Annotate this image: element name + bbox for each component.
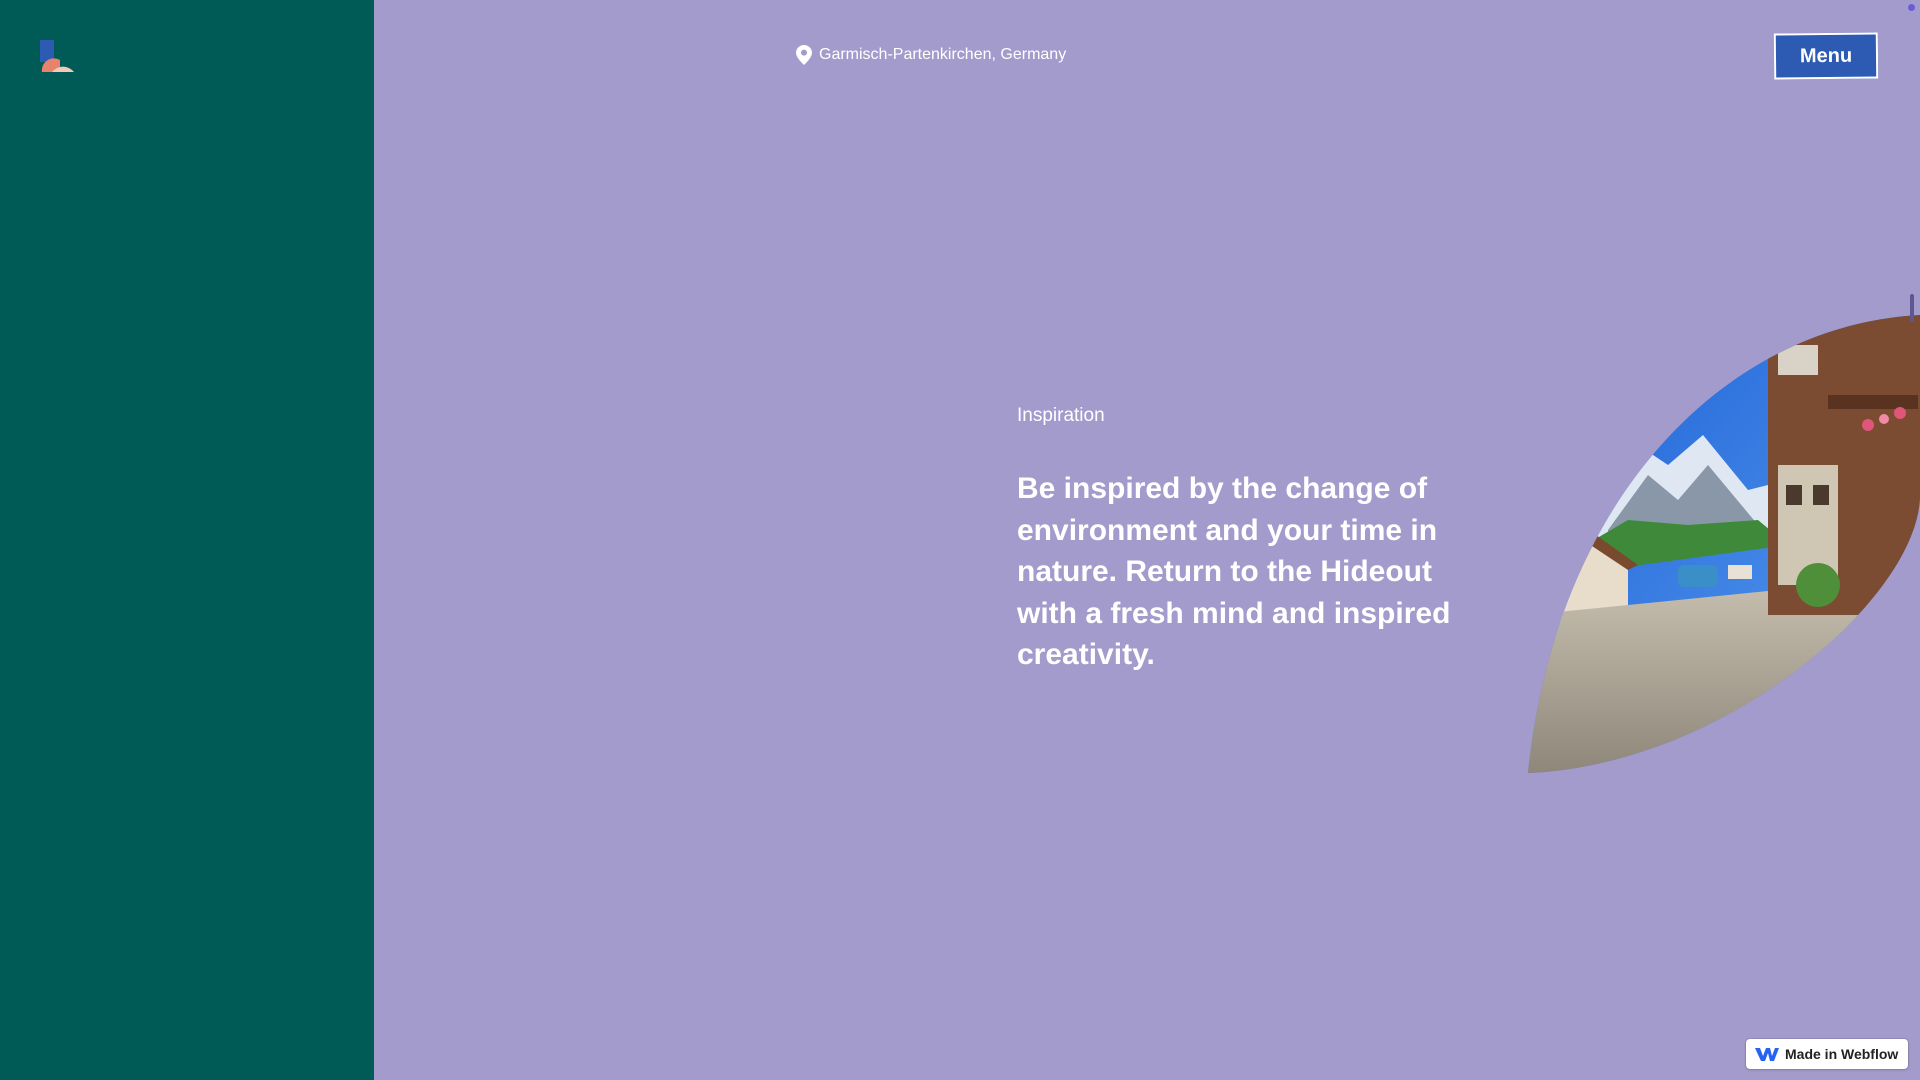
webflow-logo-icon — [1755, 1048, 1779, 1061]
menu-button[interactable]: Menu — [1773, 32, 1879, 80]
village-mountain-photo — [1528, 315, 1920, 773]
location-text: Garmisch-Partenkirchen, Germany — [819, 46, 1067, 63]
sidebar-panel — [0, 0, 374, 1080]
corner-dot — [1908, 4, 1915, 11]
page: Garmisch-Partenkirchen, Germany Menu Ins… — [0, 0, 1920, 1080]
location-label: Garmisch-Partenkirchen, Germany — [796, 45, 1066, 65]
section-headline: Be inspired by the change of environment… — [1017, 472, 1451, 671]
brand-logo-icon[interactable] — [38, 38, 76, 74]
map-pin-icon — [796, 45, 812, 65]
section-eyebrow: Inspiration — [1017, 405, 1105, 426]
scroll-indicator[interactable] — [1910, 294, 1914, 322]
made-in-webflow-badge[interactable]: Made in Webflow — [1746, 1039, 1908, 1069]
badge-label: Made in Webflow — [1785, 1046, 1899, 1062]
